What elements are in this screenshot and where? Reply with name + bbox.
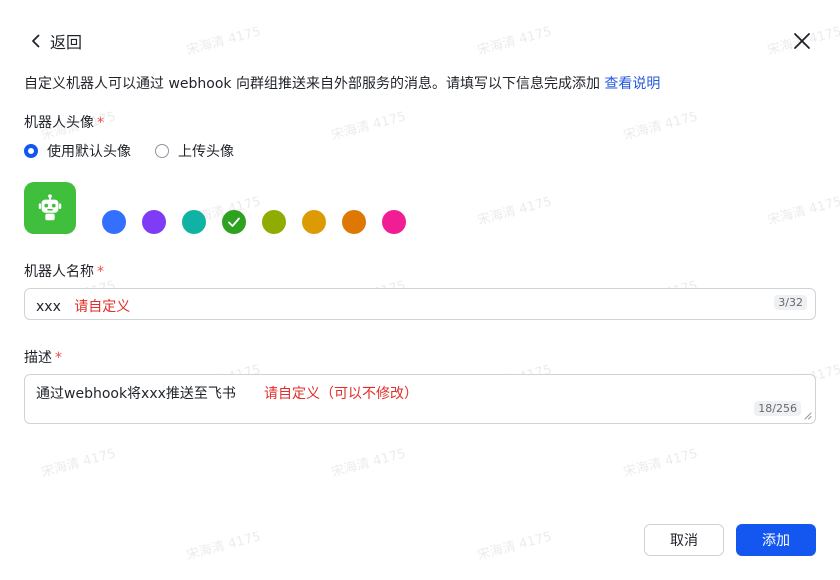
radio-checked-icon	[24, 144, 38, 158]
radio-label: 上传头像	[178, 144, 234, 160]
name-char-counter: 3/32	[774, 295, 807, 310]
close-icon	[794, 33, 810, 49]
radio-unchecked-icon	[155, 144, 169, 158]
watermark: 宋海清 4175	[475, 24, 554, 59]
dialog-description: 自定义机器人可以通过 webhook 向群组推送来自外部服务的消息。请填写以下信…	[24, 73, 660, 93]
bot-description-textarea[interactable]: 通过webhook将xxx推送至飞书 请自定义（可以不修改） 18/256	[24, 374, 816, 424]
name-hint-annotation: 请自定义	[74, 299, 131, 315]
cancel-button[interactable]: 取消	[644, 524, 724, 556]
avatar-label-text: 机器人头像	[24, 115, 94, 131]
radio-default-avatar[interactable]: 使用默认头像	[24, 141, 131, 161]
watermark: 宋海清 4175	[621, 109, 700, 144]
avatar-type-radio-group: 使用默认头像 上传头像	[24, 141, 258, 161]
help-link[interactable]: 查看说明	[604, 76, 660, 92]
color-swatch-olive[interactable]	[262, 210, 286, 234]
robot-icon	[38, 194, 62, 221]
radio-upload-avatar[interactable]: 上传头像	[155, 141, 234, 161]
desc-hint-annotation: 请自定义（可以不修改）	[264, 386, 418, 402]
desc-section-label: 描述 *	[24, 347, 62, 367]
color-swatch-yellow[interactable]	[302, 210, 326, 234]
name-section-label: 机器人名称 *	[24, 261, 104, 281]
required-mark: *	[97, 115, 104, 131]
color-swatch-blue[interactable]	[102, 210, 126, 234]
watermark: 宋海清 4175	[475, 194, 554, 229]
add-bot-dialog: 宋海清 4175 宋海清 4175 宋海清 4175 宋海清 4175 宋海清 …	[0, 0, 840, 580]
color-swatch-purple[interactable]	[142, 210, 166, 234]
bot-name-text: xxx	[36, 299, 61, 315]
watermark: 宋海清 4175	[329, 446, 408, 481]
close-button[interactable]	[790, 29, 814, 53]
desc-char-counter: 18/256	[754, 401, 801, 416]
bot-avatar-preview	[24, 182, 76, 234]
required-mark: *	[97, 264, 104, 280]
required-mark: *	[55, 350, 62, 366]
watermark: 宋海清 4175	[329, 109, 408, 144]
color-swatch-pink[interactable]	[382, 210, 406, 234]
color-swatch-teal[interactable]	[182, 210, 206, 234]
watermark: 宋海清 4175	[475, 529, 554, 564]
radio-label: 使用默认头像	[47, 144, 131, 160]
back-label: 返回	[50, 33, 83, 52]
watermark: 宋海清 4175	[39, 446, 118, 481]
description-text: 自定义机器人可以通过 webhook 向群组推送来自外部服务的消息。请填写以下信…	[24, 76, 605, 92]
name-label-text: 机器人名称	[24, 264, 94, 280]
bot-name-input[interactable]: xxx 请自定义 3/32	[24, 288, 816, 320]
bot-description-value: 通过webhook将xxx推送至飞书	[36, 386, 236, 402]
watermark: 宋海清 4175	[184, 24, 263, 59]
back-button[interactable]: 返回	[28, 30, 82, 52]
bot-name-value: xxx 请自定义	[36, 296, 130, 316]
color-swatch-orange[interactable]	[342, 210, 366, 234]
desc-label-text: 描述	[24, 350, 52, 366]
resize-grip-icon[interactable]	[804, 412, 812, 420]
watermark: 宋海清 4175	[621, 446, 700, 481]
chevron-left-icon	[32, 34, 40, 48]
watermark: 宋海清 4175	[765, 194, 840, 229]
add-button[interactable]: 添加	[736, 524, 816, 556]
watermark: 宋海清 4175	[184, 529, 263, 564]
check-icon	[228, 217, 240, 227]
color-swatch-green[interactable]	[222, 210, 246, 234]
avatar-section-label: 机器人头像 *	[24, 112, 104, 132]
